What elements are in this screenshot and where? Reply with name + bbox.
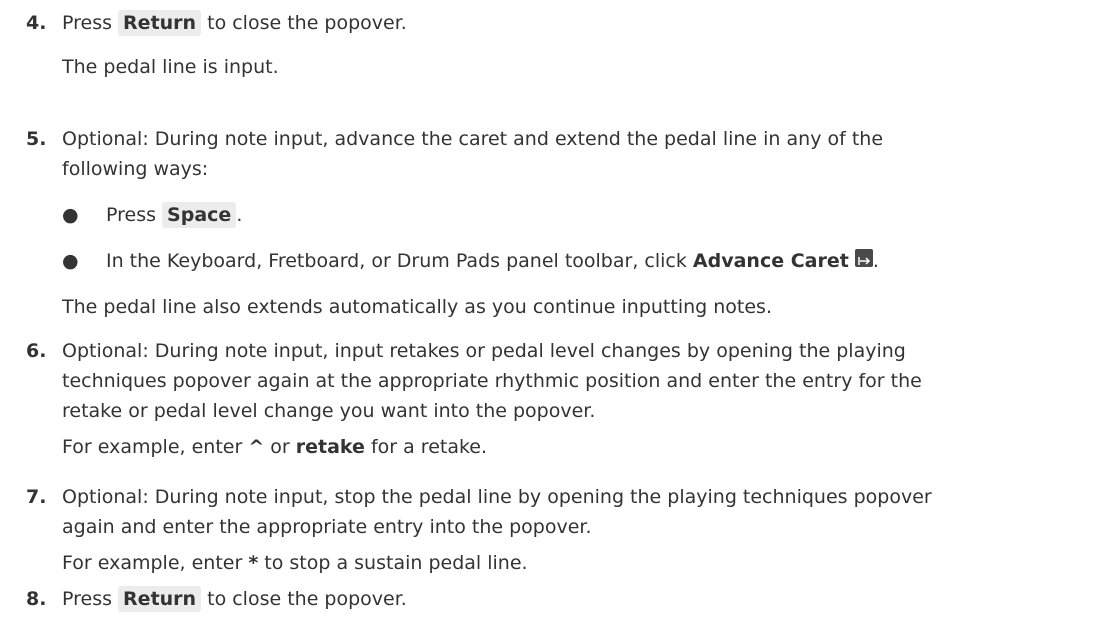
key-return: Return [118, 586, 202, 612]
bullet-text: Press Space. [106, 202, 243, 228]
bullet-glyph: ● [62, 204, 79, 226]
step-number: 6. [26, 340, 47, 362]
bullet-text: In the Keyboard, Fretboard, or Drum Pads… [106, 249, 879, 272]
step-example: For example, enter * to stop a sustain p… [62, 552, 528, 574]
step-instruction-line: following ways: [62, 158, 209, 180]
step-number: 4. [26, 12, 47, 34]
advance-caret-icon [854, 249, 873, 267]
step-number: 5. [26, 128, 47, 150]
step-result: The pedal line also extends automaticall… [62, 296, 772, 318]
step-instruction-line: retake or pedal level change you want in… [62, 400, 596, 422]
key-return: Return [118, 10, 202, 36]
step-instruction-line: Optional: During note input, stop the pe… [62, 486, 932, 508]
step-instruction: Press Return to close the popover. [62, 586, 407, 612]
step-example: For example, enter ^ or retake for a ret… [62, 436, 488, 458]
bullet-glyph: ● [62, 250, 79, 272]
ui-term: Advance Caret [692, 250, 849, 272]
document: 4. Press Return to close the popover. Th… [0, 0, 1098, 624]
step-instruction-line: techniques popover again at the appropri… [62, 370, 922, 392]
step-instruction: Press Return to close the popover. [62, 10, 407, 36]
step-result: The pedal line is input. [62, 56, 279, 78]
step-instruction-line: Optional: During note input, advance the… [62, 128, 884, 150]
step-number: 7. [26, 486, 47, 508]
key-space: Space [162, 202, 237, 228]
step-instruction-line: Optional: During note input, input retak… [62, 340, 906, 362]
step-number: 8. [26, 588, 47, 610]
step-instruction-line: again and enter the appropriate entry in… [62, 516, 592, 538]
